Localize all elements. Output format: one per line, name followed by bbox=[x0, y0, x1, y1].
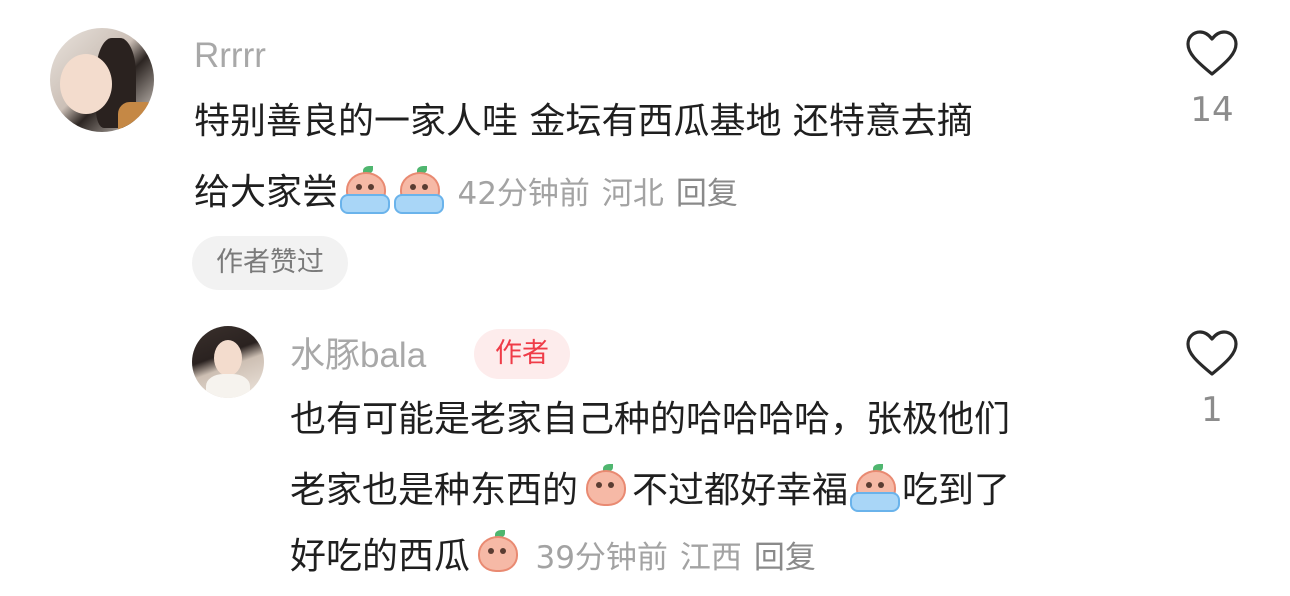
reply-text-line: 好吃的西瓜 39分钟前 江西 回复 bbox=[290, 530, 828, 580]
reply-text-fragment: 不过都好幸福 bbox=[632, 470, 849, 511]
comment-time: 42分钟前 bbox=[457, 176, 590, 212]
like-button[interactable]: 1 bbox=[1180, 330, 1244, 430]
comment-username[interactable]: Rrrrr bbox=[194, 36, 266, 76]
avatar-face bbox=[60, 54, 112, 114]
reply-text-fragment: 老家也是种东西的 bbox=[290, 470, 579, 511]
author-liked-badge: 作者赞过 bbox=[192, 236, 348, 290]
avatar-shirt bbox=[118, 102, 154, 132]
peach-emoji-icon bbox=[392, 166, 445, 214]
reply-location: 江西 bbox=[679, 540, 742, 576]
avatar[interactable] bbox=[50, 28, 154, 132]
peach-emoji-icon bbox=[338, 166, 391, 214]
heart-outline-icon bbox=[1186, 30, 1238, 76]
like-count: 14 bbox=[1190, 90, 1234, 130]
comment-location: 河北 bbox=[601, 176, 664, 212]
like-count: 1 bbox=[1201, 390, 1223, 430]
author-badge: 作者 bbox=[474, 329, 570, 379]
reply-text-fragment: 好吃的西瓜 bbox=[290, 536, 471, 577]
peach-emoji-icon bbox=[578, 464, 628, 510]
reply-meta: 39分钟前 江西 回复 bbox=[535, 540, 827, 576]
heart-outline-icon bbox=[1186, 330, 1238, 376]
peach-emoji-icon bbox=[848, 464, 901, 512]
reply-text-line: 老家也是种东西的 不过都好幸福 吃到了 bbox=[290, 464, 1010, 513]
reply-button[interactable]: 回复 bbox=[754, 540, 816, 576]
peach-emoji-icon bbox=[470, 530, 520, 576]
comment-meta: 42分钟前 河北 回复 bbox=[457, 176, 749, 212]
reply-username[interactable]: 水豚bala bbox=[290, 336, 426, 376]
comment-text-fragment: 给大家尝 bbox=[194, 172, 339, 213]
avatar-shirt bbox=[206, 374, 250, 398]
comment-text-line: 特别善良的一家人哇 金坛有西瓜基地 还特意去摘 bbox=[194, 101, 973, 142]
reply-text-fragment: 吃到了 bbox=[902, 470, 1011, 511]
reply-time: 39分钟前 bbox=[535, 540, 668, 576]
avatar[interactable] bbox=[192, 326, 264, 398]
comment-text-line: 给大家尝 42分钟前 河北 回复 bbox=[194, 166, 750, 216]
avatar-face bbox=[214, 340, 242, 376]
reply-text-line: 也有可能是老家自己种的哈哈哈哈，张极他们 bbox=[290, 399, 1011, 440]
like-button[interactable]: 14 bbox=[1180, 30, 1244, 130]
reply-button[interactable]: 回复 bbox=[676, 176, 738, 212]
